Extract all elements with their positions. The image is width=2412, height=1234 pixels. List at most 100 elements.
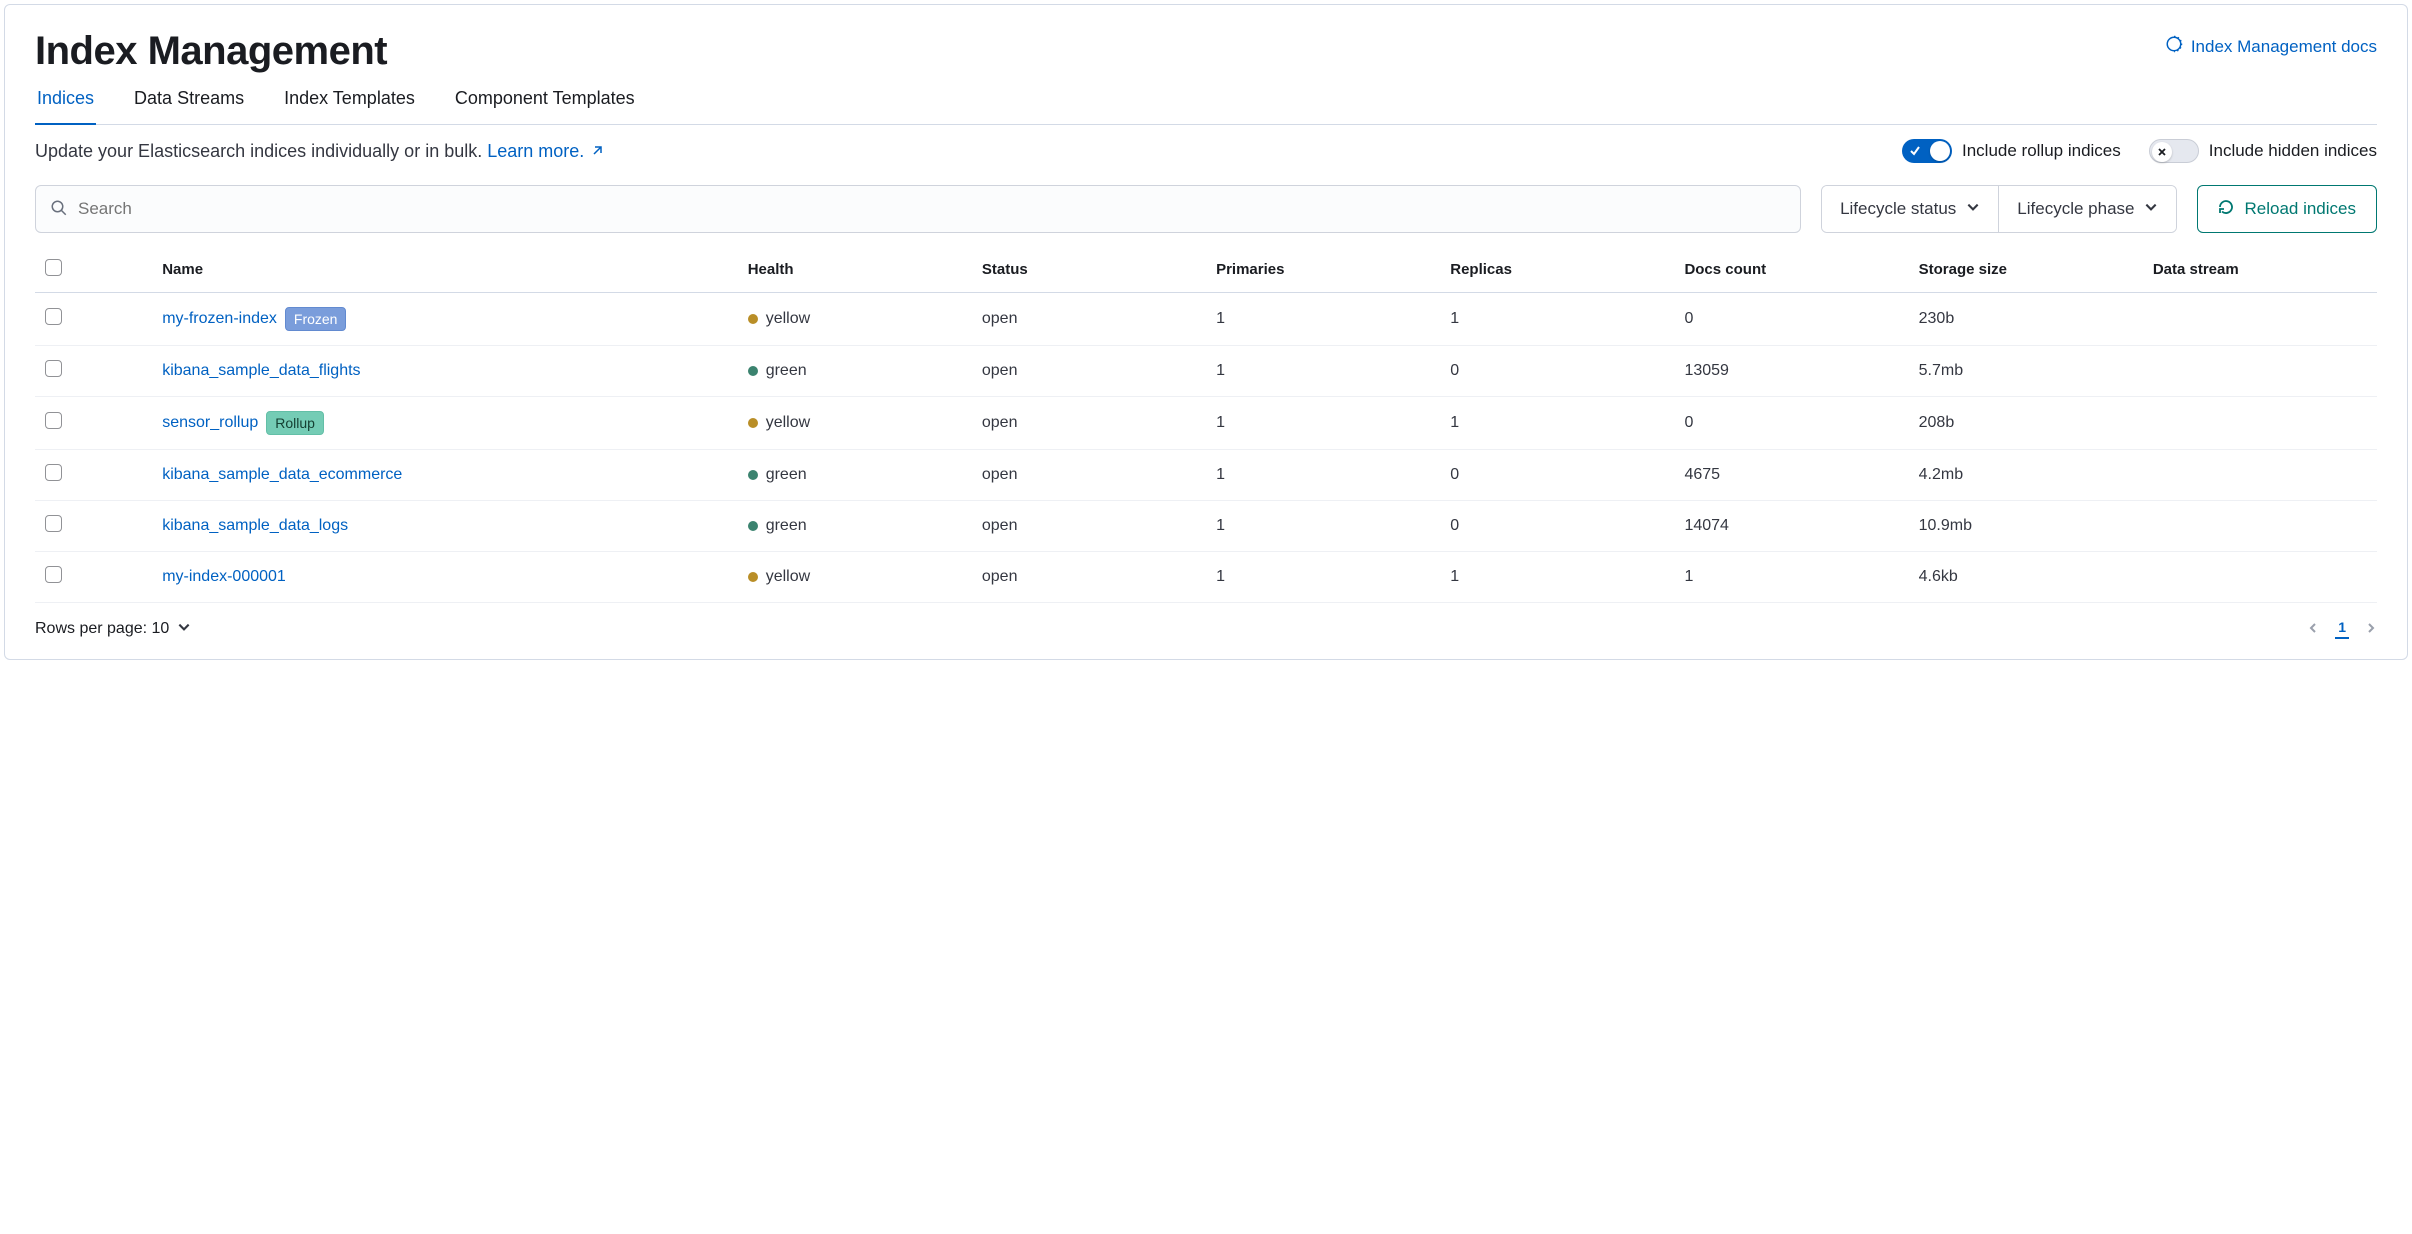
col-header-data-stream[interactable]: Data stream bbox=[2143, 247, 2377, 293]
tab-data-streams[interactable]: Data Streams bbox=[132, 88, 246, 125]
subheader-text: Update your Elasticsearch indices indivi… bbox=[35, 141, 603, 162]
index-link[interactable]: kibana_sample_data_ecommerce bbox=[162, 466, 402, 483]
tab-indices[interactable]: Indices bbox=[35, 88, 96, 125]
cell-storage-size: 4.6kb bbox=[1909, 552, 2143, 603]
subheader-description: Update your Elasticsearch indices indivi… bbox=[35, 141, 482, 161]
filter-lifecycle-status-label: Lifecycle status bbox=[1840, 199, 1956, 219]
search-box[interactable] bbox=[35, 185, 1801, 233]
health-value: green bbox=[766, 362, 807, 379]
cell-storage-size: 230b bbox=[1909, 293, 2143, 346]
cell-replicas: 1 bbox=[1440, 552, 1674, 603]
pager-page-1[interactable]: 1 bbox=[2335, 619, 2349, 639]
cell-status: open bbox=[972, 450, 1206, 501]
cell-docs-count: 13059 bbox=[1674, 346, 1908, 397]
index-link[interactable]: sensor_rollup bbox=[162, 414, 258, 431]
row-checkbox[interactable] bbox=[45, 464, 62, 481]
tabs: Indices Data Streams Index Templates Com… bbox=[35, 88, 2377, 125]
col-header-replicas[interactable]: Replicas bbox=[1440, 247, 1674, 293]
index-link[interactable]: kibana_sample_data_logs bbox=[162, 517, 348, 534]
row-checkbox[interactable] bbox=[45, 566, 62, 583]
rollup-badge: Rollup bbox=[266, 411, 324, 435]
cell-docs-count: 14074 bbox=[1674, 501, 1908, 552]
toggle-rollup-indices[interactable]: Include rollup indices bbox=[1902, 139, 2121, 163]
search-icon bbox=[50, 199, 78, 220]
tab-index-templates[interactable]: Index Templates bbox=[282, 88, 417, 125]
cell-status: open bbox=[972, 501, 1206, 552]
col-header-primaries[interactable]: Primaries bbox=[1206, 247, 1440, 293]
cell-primaries: 1 bbox=[1206, 450, 1440, 501]
table-row: my-frozen-indexFrozenyellowopen110230b bbox=[35, 293, 2377, 346]
health-dot-icon bbox=[748, 521, 758, 531]
cell-storage-size: 208b bbox=[1909, 397, 2143, 450]
cell-status: open bbox=[972, 552, 1206, 603]
row-checkbox[interactable] bbox=[45, 515, 62, 532]
learn-more-link[interactable]: Learn more. bbox=[487, 141, 603, 161]
health-dot-icon bbox=[748, 366, 758, 376]
filter-lifecycle-phase-label: Lifecycle phase bbox=[2017, 199, 2134, 219]
reload-button-label: Reload indices bbox=[2244, 199, 2356, 219]
health-value: yellow bbox=[766, 310, 810, 327]
table-footer: Rows per page: 10 1 bbox=[35, 603, 2377, 639]
chevron-down-icon bbox=[177, 620, 191, 639]
filter-group: Lifecycle status Lifecycle phase bbox=[1821, 185, 2177, 233]
cell-data-stream bbox=[2143, 293, 2377, 346]
pager-prev[interactable] bbox=[2307, 621, 2319, 637]
index-link[interactable]: kibana_sample_data_flights bbox=[162, 362, 360, 379]
pager-next[interactable] bbox=[2365, 621, 2377, 637]
subheader: Update your Elasticsearch indices indivi… bbox=[35, 139, 2377, 163]
row-checkbox[interactable] bbox=[45, 412, 62, 429]
cell-replicas: 0 bbox=[1440, 501, 1674, 552]
health-dot-icon bbox=[748, 314, 758, 324]
reload-indices-button[interactable]: Reload indices bbox=[2197, 185, 2377, 233]
help-icon bbox=[2165, 35, 2183, 58]
index-link[interactable]: my-index-000001 bbox=[162, 568, 286, 585]
col-header-health[interactable]: Health bbox=[738, 247, 972, 293]
table-row: kibana_sample_data_ecommercegreenopen104… bbox=[35, 450, 2377, 501]
chevron-down-icon bbox=[1966, 199, 1980, 219]
col-header-status[interactable]: Status bbox=[972, 247, 1206, 293]
health-value: green bbox=[766, 517, 807, 534]
health-dot-icon bbox=[748, 470, 758, 480]
col-header-docs-count[interactable]: Docs count bbox=[1674, 247, 1908, 293]
select-all-checkbox[interactable] bbox=[45, 259, 62, 276]
switch-on-icon bbox=[1902, 139, 1952, 163]
cell-replicas: 1 bbox=[1440, 397, 1674, 450]
cell-storage-size: 4.2mb bbox=[1909, 450, 2143, 501]
col-header-name[interactable]: Name bbox=[152, 247, 738, 293]
controls-row: Lifecycle status Lifecycle phase Reload … bbox=[35, 185, 2377, 233]
cell-primaries: 1 bbox=[1206, 552, 1440, 603]
docs-link-label: Index Management docs bbox=[2191, 37, 2377, 57]
cell-data-stream bbox=[2143, 552, 2377, 603]
cell-primaries: 1 bbox=[1206, 397, 1440, 450]
search-input[interactable] bbox=[78, 199, 1786, 219]
row-checkbox[interactable] bbox=[45, 360, 62, 377]
cell-replicas: 0 bbox=[1440, 346, 1674, 397]
docs-link[interactable]: Index Management docs bbox=[2165, 35, 2377, 58]
toggle-hidden-indices[interactable]: Include hidden indices bbox=[2149, 139, 2377, 163]
rows-per-page-label: Rows per page: 10 bbox=[35, 620, 169, 638]
cell-data-stream bbox=[2143, 397, 2377, 450]
cell-primaries: 1 bbox=[1206, 293, 1440, 346]
index-link[interactable]: my-frozen-index bbox=[162, 310, 277, 327]
chevron-down-icon bbox=[2144, 199, 2158, 219]
toggle-rollup-label: Include rollup indices bbox=[1962, 141, 2121, 161]
cell-docs-count: 0 bbox=[1674, 397, 1908, 450]
cell-status: open bbox=[972, 397, 1206, 450]
health-dot-icon bbox=[748, 572, 758, 582]
cell-status: open bbox=[972, 293, 1206, 346]
rows-per-page-selector[interactable]: Rows per page: 10 bbox=[35, 620, 191, 639]
cell-storage-size: 5.7mb bbox=[1909, 346, 2143, 397]
pagination: 1 bbox=[2307, 619, 2377, 639]
filter-lifecycle-status[interactable]: Lifecycle status bbox=[1822, 186, 1999, 232]
tab-component-templates[interactable]: Component Templates bbox=[453, 88, 637, 125]
health-value: yellow bbox=[766, 414, 810, 431]
col-header-storage-size[interactable]: Storage size bbox=[1909, 247, 2143, 293]
row-checkbox[interactable] bbox=[45, 308, 62, 325]
filter-lifecycle-phase[interactable]: Lifecycle phase bbox=[1999, 186, 2176, 232]
switch-off-icon bbox=[2149, 139, 2199, 163]
refresh-icon bbox=[2218, 199, 2234, 220]
table-row: kibana_sample_data_flightsgreenopen10130… bbox=[35, 346, 2377, 397]
learn-more-label: Learn more. bbox=[487, 141, 584, 161]
cell-docs-count: 0 bbox=[1674, 293, 1908, 346]
table-row: my-index-000001yellowopen1114.6kb bbox=[35, 552, 2377, 603]
